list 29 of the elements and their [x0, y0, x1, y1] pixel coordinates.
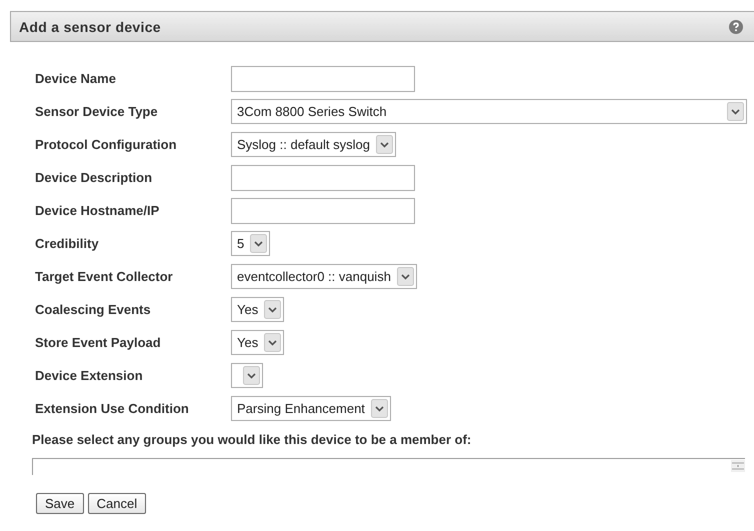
text-field[interactable]: [231, 198, 415, 224]
dropdown[interactable]: Parsing Enhancement: [231, 396, 391, 421]
groups-list[interactable]: [32, 458, 745, 475]
field-label: Device Description: [35, 170, 154, 185]
field-label: Target Event Collector: [35, 269, 174, 284]
field-label: Device Hostname/IP: [35, 203, 160, 218]
save-button[interactable]: Save: [36, 493, 84, 514]
field-label: Sensor Device Type: [35, 104, 159, 119]
field-label: Protocol Configuration: [35, 137, 178, 152]
text-field[interactable]: [231, 66, 415, 92]
dropdown[interactable]: Yes: [231, 330, 284, 355]
dropdown[interactable]: [231, 363, 263, 388]
dropdown[interactable]: Yes: [231, 297, 284, 322]
dropdown[interactable]: 3Com 8800 Series Switch: [231, 99, 747, 124]
field-label: Device Extension: [35, 368, 144, 383]
help-icon[interactable]: [729, 20, 743, 34]
dropdown[interactable]: 5: [231, 231, 270, 256]
text-field[interactable]: [231, 164, 415, 190]
field-label: Store Event Payload: [35, 335, 162, 350]
panel-title: Add a sensor device: [19, 18, 161, 34]
field-label: Credibility: [35, 236, 100, 251]
groups-prompt: Please select any groups you would like this device to be a member of:: [32, 432, 472, 447]
scroll-handle-icon[interactable]: [731, 460, 745, 472]
dropdown[interactable]: Syslog :: default syslog: [231, 132, 396, 157]
cancel-button[interactable]: Cancel: [88, 493, 146, 514]
field-label: Extension Use Condition: [35, 401, 190, 416]
field-label: Device Name: [35, 71, 117, 86]
field-label: Coalescing Events: [35, 302, 152, 317]
dropdown[interactable]: eventcollector0 :: vanquish: [231, 264, 417, 289]
